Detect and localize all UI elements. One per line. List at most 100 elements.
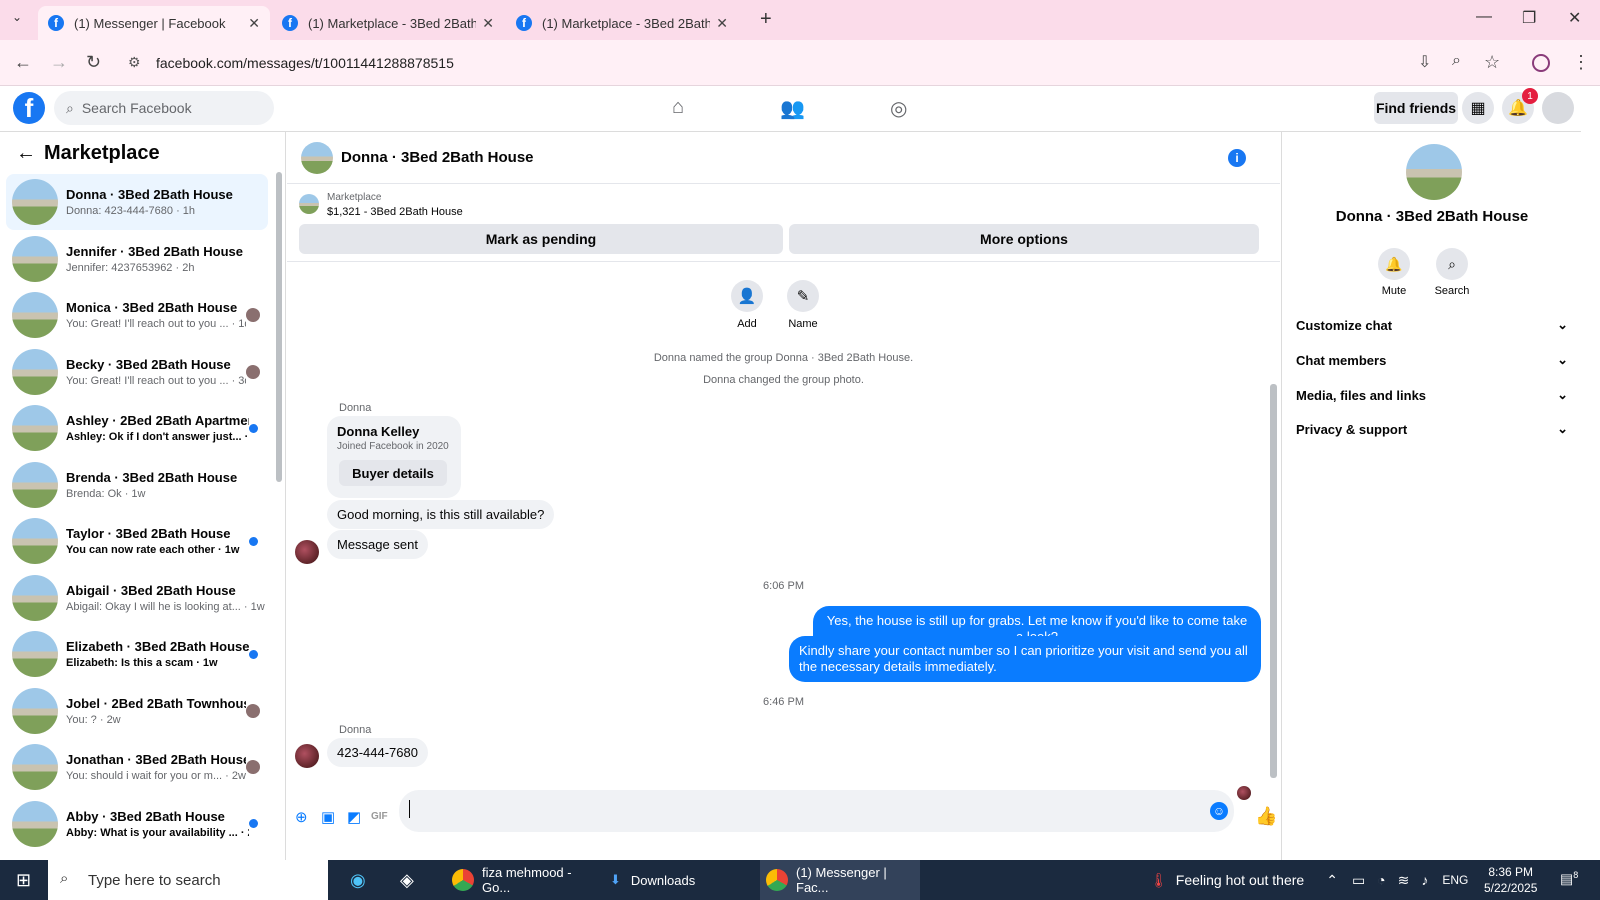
facebook-logo-icon[interactable]: f bbox=[13, 92, 45, 124]
conversation-scrollbar[interactable] bbox=[276, 172, 282, 482]
site-settings-icon[interactable]: ⚙ bbox=[128, 54, 141, 71]
conversation-item[interactable]: Donna · 3Bed 2Bath House Donna: 423-444-7… bbox=[6, 174, 268, 230]
conversation-item[interactable]: Elizabeth · 3Bed 2Bath House Elizabeth: I… bbox=[6, 626, 268, 682]
chat-avatar[interactable] bbox=[301, 141, 333, 174]
conversation-preview: Jennifer: 4237653962 · 2h bbox=[66, 261, 195, 274]
chevron-down-icon: ⌄ bbox=[1557, 387, 1568, 402]
buyer-details-button[interactable]: Buyer details bbox=[339, 460, 447, 486]
search-facebook-input[interactable]: ⌕ Search Facebook bbox=[54, 91, 274, 125]
conversation-preview: You: Great! I'll reach out to you ... · … bbox=[66, 374, 246, 387]
menu-grid-icon[interactable]: ▦ bbox=[1462, 92, 1494, 124]
tab-title: (1) Messenger | Facebook bbox=[74, 15, 226, 31]
home-icon[interactable]: ⌂ bbox=[672, 96, 684, 119]
groups-icon[interactable]: ◎ bbox=[890, 96, 907, 121]
tab-marketplace-2[interactable]: f (1) Marketplace - 3Bed 2Bath H ✕ bbox=[506, 6, 738, 40]
taskbar-app-chrome-1[interactable]: fiza mehmood - Go... bbox=[446, 860, 596, 900]
account-avatar-icon[interactable] bbox=[1542, 92, 1574, 124]
conversation-item[interactable]: Jonathan · 3Bed 2Bath House You: should i… bbox=[6, 739, 268, 795]
customize-chat-item[interactable]: Customize chat ⌄ bbox=[1296, 308, 1568, 342]
group-avatar[interactable] bbox=[1406, 144, 1462, 200]
language-indicator[interactable]: ENG bbox=[1442, 873, 1468, 887]
conversation-preview: You: Great! I'll reach out to you ... · … bbox=[66, 318, 246, 330]
conversation-item[interactable]: Jennifer · 3Bed 2Bath House Jennifer: 423… bbox=[6, 231, 268, 287]
taskbar-search-input[interactable]: ⌕ Type here to search bbox=[48, 860, 328, 900]
privacy-support-item[interactable]: Privacy & support ⌄ bbox=[1296, 412, 1568, 446]
message-input[interactable]: ☺ bbox=[399, 790, 1234, 832]
conversation-item[interactable]: Monica · 3Bed 2Bath House You: Great! I'l… bbox=[6, 287, 268, 343]
thumbs-up-icon[interactable]: 👍 bbox=[1255, 806, 1277, 827]
search-placeholder: Search Facebook bbox=[81, 100, 192, 116]
notifications-bell-icon[interactable]: 🔔 1 bbox=[1502, 88, 1538, 124]
photo-icon[interactable]: ▣ bbox=[321, 808, 335, 826]
conversation-item[interactable]: Taylor · 3Bed 2Bath House You can now rat… bbox=[6, 513, 268, 569]
page-scrollbar[interactable] bbox=[1581, 86, 1600, 860]
conversation-name: Donna · 3Bed 2Bath House bbox=[66, 187, 233, 202]
info-icon[interactable]: i bbox=[1228, 149, 1246, 167]
network-icon[interactable]: ◔ bbox=[1377, 872, 1385, 888]
emoji-icon[interactable]: ☺ bbox=[1210, 802, 1228, 820]
volume-icon[interactable]: ♪ bbox=[1421, 872, 1428, 888]
marketplace-label: Marketplace bbox=[327, 192, 382, 203]
conversation-item[interactable]: Jobel · 2Bed 2Bath Townhouse You: ? · 2w bbox=[6, 683, 268, 739]
back-icon[interactable]: ← bbox=[14, 52, 32, 73]
minimize-icon[interactable]: — bbox=[1476, 8, 1492, 26]
search-in-chat-button[interactable]: ⌕ Search bbox=[1422, 248, 1482, 297]
mute-button[interactable]: 🔔 Mute bbox=[1364, 248, 1424, 297]
new-tab-icon[interactable]: + bbox=[760, 8, 772, 31]
battery-icon[interactable]: ▭ bbox=[1352, 872, 1365, 889]
more-options-button[interactable]: More options bbox=[789, 224, 1259, 254]
clock[interactable]: 8:36 PM 5/22/2025 bbox=[1484, 864, 1537, 896]
reload-icon[interactable]: ↻ bbox=[86, 52, 101, 73]
edge-icon[interactable]: ◉ bbox=[350, 870, 366, 891]
conversation-item[interactable]: Becky · 3Bed 2Bath House You: Great! I'll… bbox=[6, 344, 268, 400]
conversation-item[interactable]: Abby · 3Bed 2Bath House Abby: What is you… bbox=[6, 796, 268, 852]
plus-icon[interactable]: ⊕ bbox=[295, 808, 308, 826]
zoom-icon[interactable]: ⌕ bbox=[1452, 52, 1461, 70]
browser-menu-icon[interactable]: ⋮ bbox=[1572, 52, 1590, 73]
mark-as-pending-button[interactable]: Mark as pending bbox=[299, 224, 783, 254]
listing-thumbnail[interactable] bbox=[299, 194, 319, 214]
bookmark-star-icon[interactable]: ☆ bbox=[1484, 52, 1500, 73]
chevron-down-icon: ⌄ bbox=[1557, 352, 1568, 367]
media-files-links-item[interactable]: Media, files and links ⌄ bbox=[1296, 378, 1568, 412]
donna-avatar[interactable] bbox=[295, 744, 319, 768]
conversation-item[interactable]: Abigail · 3Bed 2Bath House Abigail: Okay … bbox=[6, 570, 268, 626]
close-tab-icon[interactable]: ✕ bbox=[716, 15, 728, 32]
weather-text[interactable]: Feeling hot out there bbox=[1176, 872, 1304, 888]
conversation-name: Jonathan · 3Bed 2Bath House bbox=[66, 752, 246, 767]
close-tab-icon[interactable]: ✕ bbox=[482, 15, 494, 32]
name-group-button[interactable]: ✎ Name bbox=[773, 280, 833, 330]
wifi-icon[interactable]: ≋ bbox=[1398, 872, 1410, 889]
conversation-item[interactable]: Brenda · 3Bed 2Bath House Brenda: Ok · 1w bbox=[6, 457, 268, 513]
chevron-up-icon[interactable]: ⌃ bbox=[1326, 872, 1338, 889]
close-window-icon[interactable]: ✕ bbox=[1568, 8, 1581, 28]
unread-dot-icon bbox=[249, 536, 258, 546]
tab-marketplace-1[interactable]: f (1) Marketplace - 3Bed 2Bath H ✕ bbox=[272, 6, 504, 40]
tab-messenger[interactable]: f (1) Messenger | Facebook ✕ bbox=[38, 6, 270, 40]
app-icon[interactable]: ◈ bbox=[400, 870, 414, 891]
sticker-icon[interactable]: ◩ bbox=[347, 808, 361, 826]
url-field[interactable]: ⚙ facebook.com/messages/t/10011441288878… bbox=[120, 46, 1520, 80]
conversation-item[interactable]: Ashley · 2Bed 2Bath Apartment Ashley: Ok … bbox=[6, 400, 268, 456]
chat-members-item[interactable]: Chat members ⌄ bbox=[1296, 343, 1568, 377]
donna-avatar[interactable] bbox=[295, 540, 319, 564]
listing-title[interactable]: $1,321 - 3Bed 2Bath House bbox=[327, 206, 463, 218]
back-arrow-icon[interactable]: ← bbox=[16, 142, 36, 165]
add-people-button[interactable]: 👤 Add bbox=[717, 280, 777, 330]
start-windows-icon[interactable]: ⊞ bbox=[16, 870, 31, 891]
forward-icon[interactable]: → bbox=[50, 52, 68, 73]
close-tab-icon[interactable]: ✕ bbox=[248, 15, 260, 32]
profile-icon[interactable] bbox=[1532, 54, 1550, 72]
gif-icon[interactable]: GIF bbox=[371, 811, 388, 822]
restore-icon[interactable]: ❐ bbox=[1522, 8, 1536, 28]
tab-list-chevron-icon[interactable]: ⌄ bbox=[12, 10, 22, 24]
taskbar-app-chrome-2[interactable]: (1) Messenger | Fac... bbox=[760, 860, 920, 900]
chat-scrollbar[interactable] bbox=[1270, 384, 1277, 778]
install-app-icon[interactable]: ⇩ bbox=[1418, 52, 1431, 72]
chat-title[interactable]: Donna · 3Bed 2Bath House bbox=[341, 149, 534, 166]
listing-avatar bbox=[12, 800, 58, 847]
find-friends-button[interactable]: Find friends bbox=[1374, 92, 1458, 124]
friends-icon[interactable]: 👥 bbox=[780, 96, 805, 121]
notification-center-icon[interactable]: ▤8 bbox=[1560, 870, 1578, 888]
taskbar-app-downloads[interactable]: ⬇ Downloads bbox=[604, 860, 754, 900]
